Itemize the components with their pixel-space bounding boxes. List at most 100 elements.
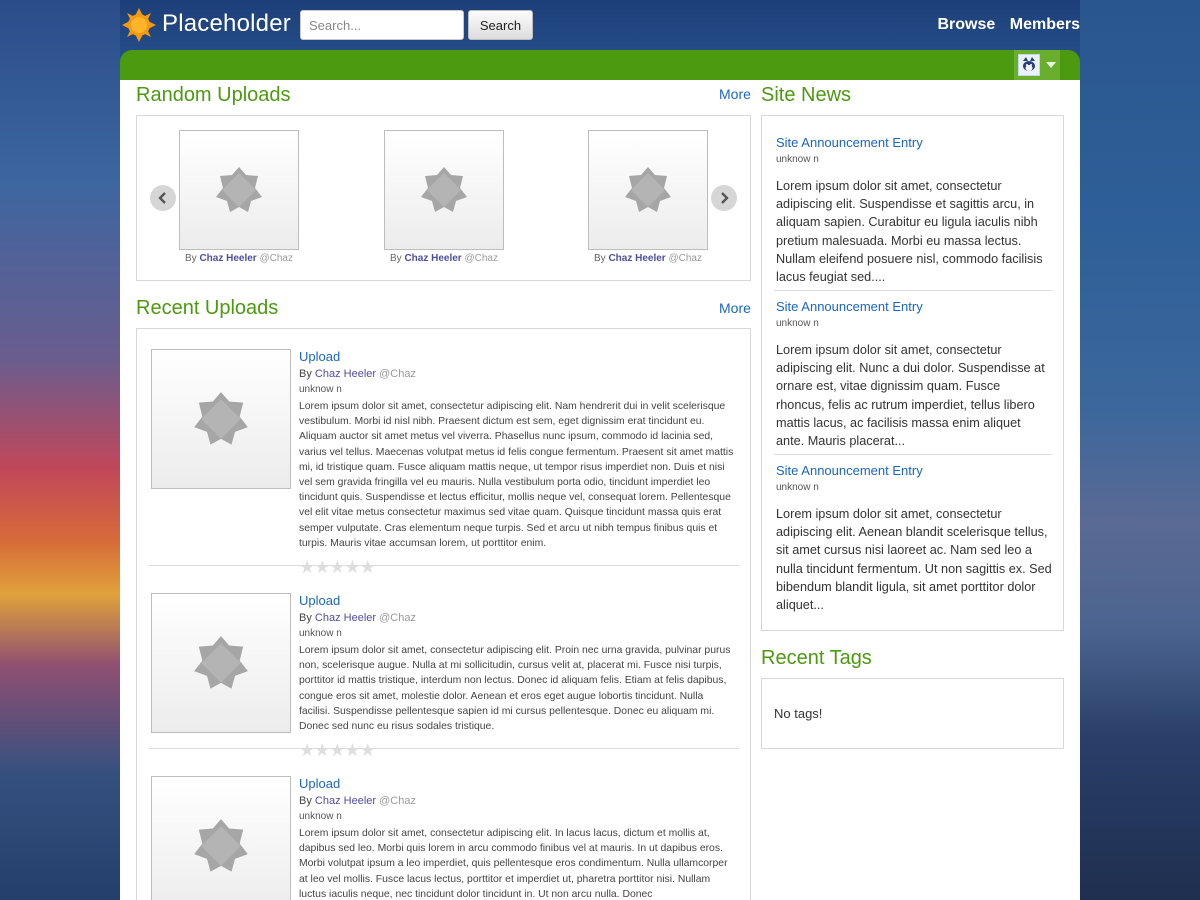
recent-uploads-title: Recent Uploads [136, 297, 279, 319]
star-icon[interactable]: ★ [329, 740, 345, 760]
news-meta: unknow n [776, 318, 819, 329]
placeholder-image-icon [421, 167, 467, 212]
upload-meta: unknow n [299, 811, 342, 822]
star-icon[interactable]: ★ [299, 557, 315, 577]
upload-description: Lorem ipsum dolor sit amet, consectetur … [299, 645, 731, 733]
divider [774, 454, 1052, 455]
star-icon[interactable]: ★ [299, 740, 315, 760]
author-link[interactable]: Chaz Heeler [404, 253, 461, 264]
author-handle: @Chaz [379, 612, 416, 624]
upload-title-link[interactable]: Upload [299, 776, 340, 791]
upload-byline: By Chaz Heeler @Chaz [299, 368, 416, 380]
nav-browse-link[interactable]: Browse [938, 16, 996, 33]
star-icon[interactable]: ★ [344, 557, 360, 577]
logo-sun-icon[interactable] [122, 8, 156, 42]
main-nav: Browse Members [928, 16, 1081, 34]
chevron-right-icon [721, 192, 729, 204]
upload-byline: By Chaz Heeler @Chaz [299, 795, 416, 807]
random-upload-thumbnail[interactable] [384, 130, 504, 250]
carousel-prev-button[interactable] [150, 185, 176, 211]
news-title-link[interactable]: Site Announcement Entry [776, 463, 1052, 478]
author-link[interactable]: Chaz Heeler [608, 253, 665, 264]
chevron-down-icon[interactable] [1046, 62, 1056, 68]
random-uploads-carousel: By Chaz Heeler @Chaz By Chaz Heeler @Cha… [136, 115, 751, 281]
random-uploads-title: Random Uploads [136, 84, 291, 106]
upload-title-link[interactable]: Upload [299, 593, 340, 608]
search-button[interactable]: Search [468, 10, 533, 40]
star-icon[interactable]: ★ [360, 740, 376, 760]
random-upload-caption: By Chaz Heeler @Chaz [344, 253, 544, 264]
author-link[interactable]: Chaz Heeler [315, 612, 376, 624]
recent-uploads-list: Upload By Chaz Heeler @Chaz unknow n Lor… [136, 328, 751, 900]
upload-thumbnail[interactable] [151, 349, 291, 489]
recent-tags-box: No tags! [761, 678, 1064, 749]
caption-by: By [594, 253, 606, 264]
author-link[interactable]: Chaz Heeler [315, 368, 376, 380]
byline-by: By [299, 612, 312, 624]
news-item: Site Announcement Entry unknow n Lorem i… [776, 463, 1052, 614]
random-upload-thumbnail[interactable] [179, 130, 299, 250]
star-rating[interactable]: ★★★★★ [299, 740, 376, 761]
placeholder-image-icon [194, 819, 248, 872]
news-title-link[interactable]: Site Announcement Entry [776, 299, 1052, 314]
news-body: Lorem ipsum dolor sit amet, consectetur … [776, 179, 1043, 285]
star-icon[interactable]: ★ [329, 557, 345, 577]
placeholder-image-icon [194, 392, 248, 445]
random-uploads-more-link[interactable]: More [719, 86, 751, 102]
site-logo-text[interactable]: Placeholder [162, 10, 291, 38]
no-tags-text: No tags! [774, 706, 823, 721]
list-item: Upload By Chaz Heeler @Chaz unknow n Lor… [149, 776, 739, 900]
top-bar: Placeholder Search Browse Members [120, 0, 1080, 50]
user-avatar-icon[interactable] [1018, 54, 1040, 76]
site-news-title: Site News [761, 84, 852, 106]
author-handle: @Chaz [379, 795, 416, 807]
news-body: Lorem ipsum dolor sit amet, consectetur … [776, 343, 1045, 449]
nav-members-link[interactable]: Members [1010, 16, 1080, 33]
upload-title-link[interactable]: Upload [299, 349, 340, 364]
star-rating[interactable]: ★★★★★ [299, 557, 376, 578]
caption-by: By [185, 253, 197, 264]
random-upload-thumbnail[interactable] [588, 130, 708, 250]
author-handle: @Chaz [379, 368, 416, 380]
carousel-next-button[interactable] [711, 185, 737, 211]
author-handle: @Chaz [259, 253, 293, 264]
author-link[interactable]: Chaz Heeler [315, 795, 376, 807]
divider [774, 290, 1052, 291]
random-upload-caption: By Chaz Heeler @Chaz [548, 253, 748, 264]
news-meta: unknow n [776, 154, 819, 165]
search-input[interactable] [300, 10, 464, 40]
news-body: Lorem ipsum dolor sit amet, consectetur … [776, 507, 1052, 613]
caption-by: By [390, 253, 402, 264]
byline-by: By [299, 795, 312, 807]
list-item: Upload By Chaz Heeler @Chaz unknow n Lor… [149, 593, 739, 760]
random-upload-caption: By Chaz Heeler @Chaz [139, 253, 339, 264]
placeholder-image-icon [194, 636, 248, 689]
divider [149, 748, 739, 749]
site-news-box: Site Announcement Entry unknow n Lorem i… [761, 115, 1064, 631]
upload-thumbnail[interactable] [151, 776, 291, 900]
chevron-left-icon [158, 192, 166, 204]
news-item: Site Announcement Entry unknow n Lorem i… [776, 135, 1052, 286]
author-link[interactable]: Chaz Heeler [199, 253, 256, 264]
author-handle: @Chaz [464, 253, 498, 264]
user-menu[interactable] [1014, 50, 1060, 80]
news-title-link[interactable]: Site Announcement Entry [776, 135, 1052, 150]
upload-byline: By Chaz Heeler @Chaz [299, 612, 416, 624]
user-bar [120, 50, 1080, 80]
star-icon[interactable]: ★ [314, 557, 330, 577]
upload-thumbnail[interactable] [151, 593, 291, 733]
divider [149, 565, 739, 566]
byline-by: By [299, 368, 312, 380]
background-right [1080, 0, 1200, 900]
author-handle: @Chaz [668, 253, 702, 264]
list-item: Upload By Chaz Heeler @Chaz unknow n Lor… [149, 349, 739, 577]
star-icon[interactable]: ★ [314, 740, 330, 760]
upload-description: Lorem ipsum dolor sit amet, consectetur … [299, 828, 728, 900]
background-left [0, 0, 120, 900]
placeholder-image-icon [625, 167, 671, 212]
star-icon[interactable]: ★ [360, 557, 376, 577]
recent-tags-title: Recent Tags [761, 647, 872, 669]
star-icon[interactable]: ★ [344, 740, 360, 760]
recent-uploads-more-link[interactable]: More [719, 300, 751, 316]
news-meta: unknow n [776, 482, 819, 493]
